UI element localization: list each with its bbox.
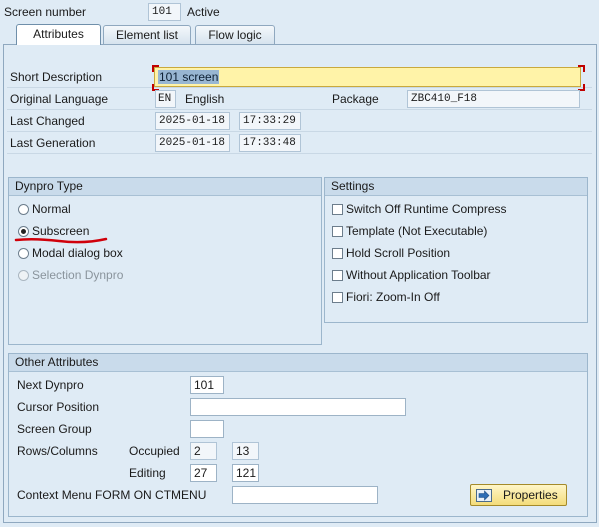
next-dynpro-field[interactable]: 101 [190,376,224,394]
other-attributes-title: Other Attributes [9,354,587,372]
checkbox-hold-scroll-position[interactable] [332,248,343,259]
checkbox-hold-scroll-position-label[interactable]: Hold Scroll Position [346,245,450,261]
last-changed-label: Last Changed [10,114,85,128]
editing-rows-field[interactable]: 27 [190,464,217,482]
occupied-label: Occupied [129,444,180,458]
radio-modal-dialog-box[interactable] [18,248,29,259]
last-changed-date: 2025-01-18 [155,112,230,130]
checkbox-without-application-toolbar-label[interactable]: Without Application Toolbar [346,267,491,283]
checkbox-fiori-zoom-in-off-label[interactable]: Fiori: Zoom-In Off [346,289,440,305]
screen-number-field: 101 [148,3,181,21]
editing-cols-field[interactable]: 121 [232,464,259,482]
checkbox-without-application-toolbar[interactable] [332,270,343,281]
radio-normal[interactable] [18,204,29,215]
screen-group-label: Screen Group [17,422,92,436]
field-corner-marker [578,65,585,72]
properties-button-label: Properties [503,488,558,502]
checkbox-template-label[interactable]: Template (Not Executable) [346,223,487,239]
short-description-field[interactable]: 101 screen [154,67,581,87]
tab-attributes[interactable]: Attributes [16,24,101,45]
dynpro-type-title: Dynpro Type [9,178,321,196]
editing-label: Editing [129,466,166,480]
field-corner-marker [152,65,159,72]
checkbox-fiori-zoom-in-off[interactable] [332,292,343,303]
original-language-label: Original Language [10,92,109,106]
radio-normal-label[interactable]: Normal [32,201,71,217]
occupied-cols-field: 13 [232,442,259,460]
last-generation-label: Last Generation [10,136,96,150]
last-generation-time: 17:33:48 [239,134,301,152]
occupied-rows-field: 2 [190,442,217,460]
language-code-field: EN [155,90,176,108]
checkbox-switch-off-runtime-compress-label[interactable]: Switch Off Runtime Compress [346,201,507,217]
radio-modal-dialog-box-label[interactable]: Modal dialog box [32,245,123,261]
language-name: English [185,92,225,106]
package-label: Package [332,92,379,106]
radio-selection-dynpro [18,270,29,281]
last-generation-date: 2025-01-18 [155,134,230,152]
screen-number-label: Screen number [4,5,87,19]
package-field: ZBC410_F18 [407,90,580,108]
settings-title: Settings [325,178,587,196]
screen-group-field[interactable] [190,420,224,438]
short-description-value: 101 screen [158,70,220,84]
last-changed-time: 17:33:29 [239,112,301,130]
checkbox-template[interactable] [332,226,343,237]
rows-columns-label: Rows/Columns [17,444,98,458]
next-dynpro-label: Next Dynpro [17,378,84,392]
arrow-right-icon [476,489,492,502]
cursor-position-field[interactable] [190,398,406,416]
context-menu-field[interactable] [232,486,378,504]
properties-button[interactable]: Properties [470,484,567,506]
tab-element-list[interactable]: Element list [103,25,191,44]
checkbox-switch-off-runtime-compress[interactable] [332,204,343,215]
tab-flow-logic[interactable]: Flow logic [195,25,275,44]
context-menu-label: Context Menu FORM ON CTMENU [17,488,207,502]
short-description-label: Short Description [10,70,103,84]
cursor-position-label: Cursor Position [17,400,100,414]
screen-status: Active [187,5,220,19]
radio-selection-dynpro-label: Selection Dynpro [32,268,124,282]
